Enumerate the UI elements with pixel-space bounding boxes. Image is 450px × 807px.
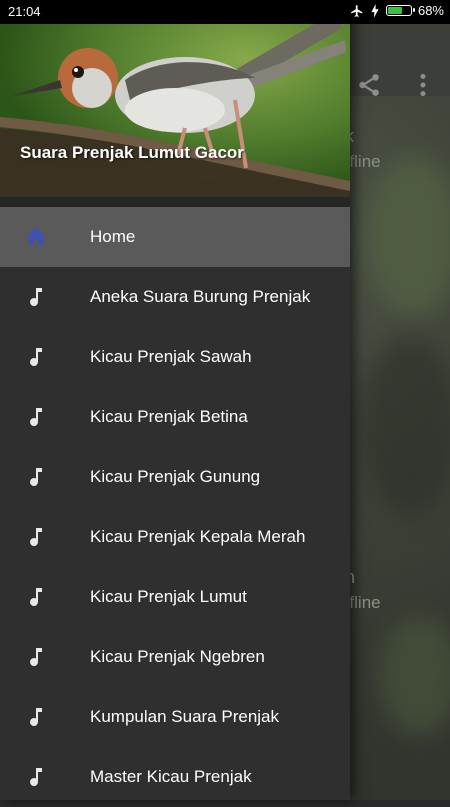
charging-icon [371,3,379,18]
status-bar: 21:04 68% [0,0,450,24]
menu-item-label: Master Kicau Prenjak [90,767,252,786]
music-note-icon [30,648,42,667]
more-options-icon[interactable] [418,72,428,98]
music-note-icon [30,408,42,427]
menu-item-label: Kicau Prenjak Sawah [90,347,252,366]
menu-item-label: Aneka Suara Burung Prenjak [90,287,311,306]
battery-icon [385,5,415,16]
menu-item-prenjak-betina[interactable]: Kicau Prenjak Betina [0,387,350,447]
menu-item-label: Kicau Prenjak Kepala Merah [90,527,306,546]
menu-item-prenjak-lumut[interactable]: Kicau Prenjak Lumut [0,567,350,627]
music-note-icon [30,528,42,547]
menu-item-label: Kicau Prenjak Betina [90,407,248,426]
menu-item-kumpulan-suara[interactable]: Kumpulan Suara Prenjak [0,687,350,747]
menu-item-home[interactable]: Home [0,207,350,267]
menu-item-label: Kicau Prenjak Lumut [90,587,247,606]
music-note-icon [30,708,42,727]
home-icon [26,228,46,245]
menu-item-label: Kicau Prenjak Gunung [90,467,261,486]
menu-item-label: Home [90,227,136,246]
card-subtitle-2: ffline [345,593,381,612]
status-time: 21:04 [8,4,41,19]
menu-item-master-kicau[interactable]: Master Kicau Prenjak [0,747,350,807]
drawer-header-title: Suara Prenjak Lumut Gacor [20,143,244,162]
menu-item-aneka-suara[interactable]: Aneka Suara Burung Prenjak [0,267,350,327]
music-note-icon [30,348,42,367]
bird-image [0,0,350,197]
header-divider [0,197,350,207]
share-icon[interactable] [356,72,382,98]
menu-item-label: Kumpulan Suara Prenjak [90,707,280,726]
music-note-icon [30,468,42,487]
music-note-icon [30,588,42,607]
menu-item-prenjak-sawah[interactable]: Kicau Prenjak Sawah [0,327,350,387]
menu-item-prenjak-kepala-merah[interactable]: Kicau Prenjak Kepala Merah [0,507,350,567]
menu-item-label: Kicau Prenjak Ngebren [90,647,265,666]
menu-item-prenjak-ngebren[interactable]: Kicau Prenjak Ngebren [0,627,350,687]
airplane-icon [351,4,363,17]
menu-item-prenjak-gunung[interactable]: Kicau Prenjak Gunung [0,447,350,507]
navigation-drawer: Suara Prenjak Lumut Gacor Home Aneka Sua… [0,0,350,800]
music-note-icon [30,288,42,307]
drawer-header: Suara Prenjak Lumut Gacor [0,0,350,197]
drawer-menu: Home Aneka Suara Burung Prenjak Kicau Pr… [0,207,350,807]
card-subtitle-1: ffline [345,152,381,171]
battery-percent: 68% [417,3,444,18]
music-note-icon [30,768,42,787]
